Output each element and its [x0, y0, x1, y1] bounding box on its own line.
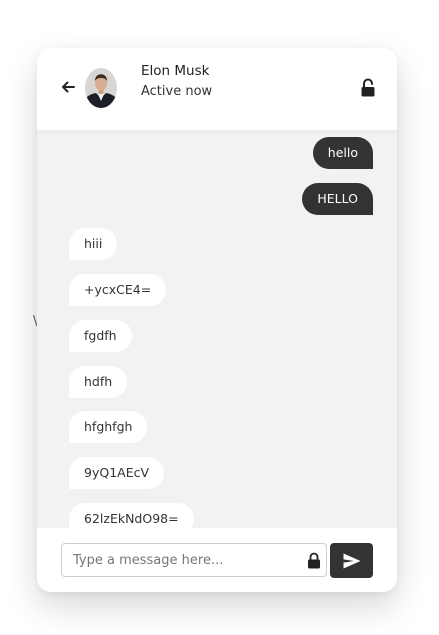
message-input-wrapper [61, 543, 327, 577]
message-input[interactable] [62, 544, 298, 576]
send-icon [343, 553, 361, 569]
chat-window: Elon Musk Active now hello HELLO hiii +ycxC… [37, 48, 397, 592]
incoming-message: hiii [69, 228, 118, 261]
page: \ Elon Musk Active now hello HELLO hiii … [0, 0, 439, 635]
contact-status: Active now [141, 84, 213, 99]
incoming-message: 9yQ1AEcV [69, 456, 165, 489]
message-composer [37, 528, 397, 592]
back-button[interactable] [57, 76, 79, 98]
incoming-message: hfghfgh [69, 411, 148, 444]
chat-header: Elon Musk Active now [37, 48, 397, 130]
message-list[interactable]: hello HELLO hiii +ycxCE4= fgdfh hdfh hfghfgh 9y… [37, 130, 397, 528]
arrow-left-icon [62, 81, 75, 93]
unlock-icon [361, 78, 375, 97]
contact-name: Elon Musk [141, 63, 210, 79]
avatar [85, 68, 117, 108]
lock-icon [306, 552, 322, 569]
outgoing-message: hello [312, 137, 373, 169]
incoming-message: +ycxCE4= [69, 274, 167, 307]
send-button[interactable] [330, 543, 373, 578]
incoming-message: hdfh [69, 365, 128, 398]
encryption-toggle-button[interactable] [359, 78, 377, 98]
outgoing-message: HELLO [302, 182, 373, 215]
incoming-message: 62lzEkNdO98= [69, 502, 194, 528]
incoming-message: fgdfh [69, 319, 132, 352]
